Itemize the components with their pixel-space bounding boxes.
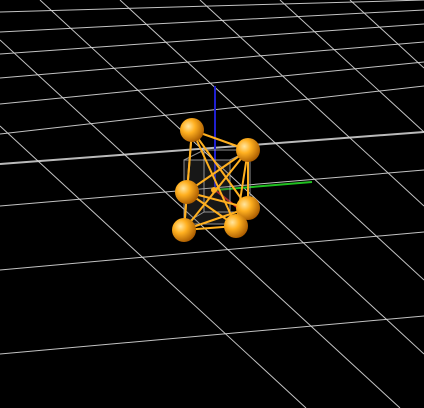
- grid-line: [39, 0, 424, 355]
- grid-line: [0, 41, 424, 79]
- grid-line: [199, 0, 424, 207]
- grid-line: [119, 0, 424, 281]
- grid-line: [0, 85, 424, 135]
- grid-line: [0, 231, 424, 271]
- node-sphere[interactable]: [172, 218, 196, 242]
- grid-line: [0, 61, 424, 105]
- grid-line: [279, 0, 424, 133]
- grid-line: [0, 125, 307, 408]
- node-sphere[interactable]: [224, 214, 248, 238]
- node-sphere[interactable]: [180, 118, 204, 142]
- 3d-viewport[interactable]: [0, 0, 424, 408]
- node-sphere[interactable]: [175, 180, 199, 204]
- node-sphere[interactable]: [211, 187, 217, 193]
- node-sphere[interactable]: [236, 138, 260, 162]
